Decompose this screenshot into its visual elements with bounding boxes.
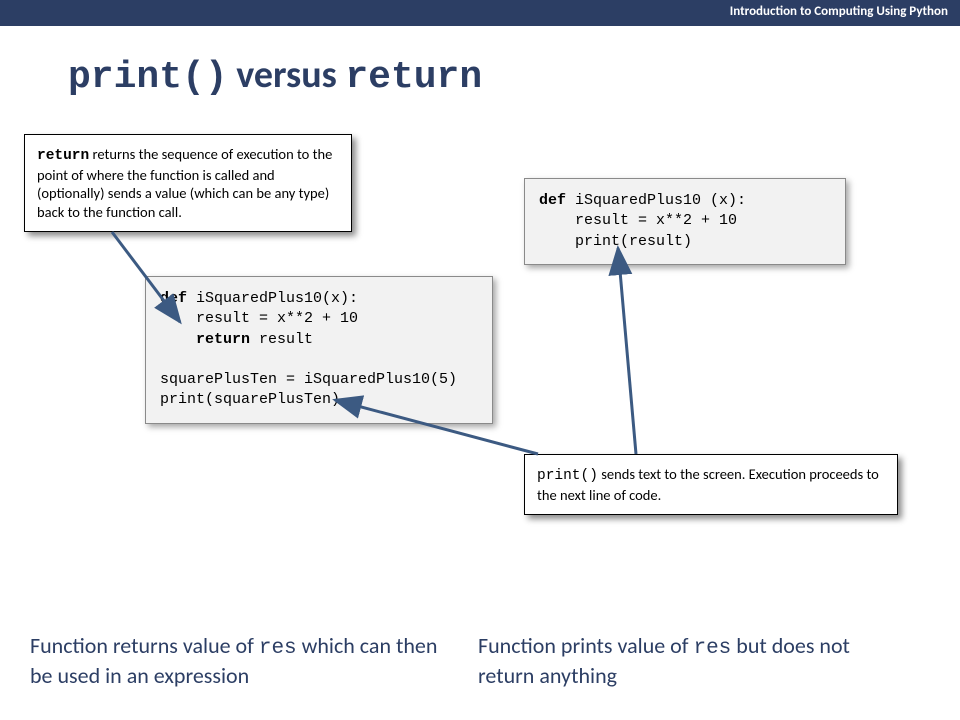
code-line: result = x**2 + 10 [539,212,737,229]
title-code-print: print() [68,56,228,99]
caption-text: Function prints value of [478,632,693,659]
callout-print: print() sends text to the screen. Execut… [524,454,898,515]
caption-text: Function returns value of [30,632,259,659]
title-versus: versus [228,52,346,98]
code-line: result [250,331,313,348]
code-line: iSquaredPlus10(x): [187,290,358,307]
code-block-print: def iSquaredPlus10 (x): result = x**2 + … [524,178,846,265]
code-line: squarePlusTen = iSquaredPlus10(5) [160,371,457,388]
code-line: print(squarePlusTen) [160,391,340,408]
header-text: Introduction to Computing Using Python [730,4,948,19]
callout-print-kw: print() [537,468,598,484]
code-line: result = x**2 + 10 [160,310,358,327]
callout-return-kw: return [37,148,89,164]
code-line [160,331,196,348]
kw-def: def [539,192,566,209]
code-block-return: def iSquaredPlus10(x): result = x**2 + 1… [145,276,493,424]
code-line: iSquaredPlus10 (x): [566,192,746,209]
page-title: print() versus return [68,52,482,99]
caption-right: Function prints value of res but does no… [478,632,888,690]
code-line: print(result) [539,233,692,250]
header-bar: Introduction to Computing Using Python [0,0,960,26]
caption-code: res [259,637,297,660]
kw-def: def [160,290,187,307]
caption-left: Function returns value of res which can … [30,632,440,690]
title-code-return: return [345,56,482,99]
kw-return: return [196,331,250,348]
callout-return: return returns the sequence of execution… [24,134,352,232]
caption-code: res [693,637,731,660]
